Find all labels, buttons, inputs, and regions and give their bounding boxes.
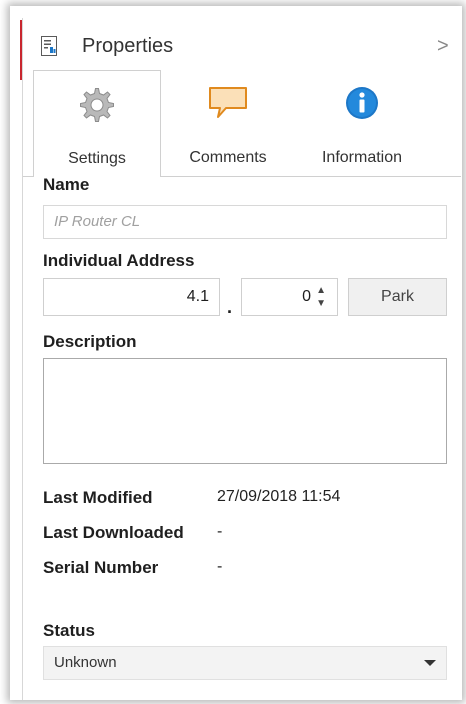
park-button[interactable]: Park bbox=[348, 278, 447, 316]
last-downloaded-label: Last Downloaded bbox=[43, 523, 184, 542]
tab-information[interactable]: Information bbox=[295, 70, 429, 176]
individual-address-label: Individual Address bbox=[43, 251, 195, 270]
name-label: Name bbox=[43, 175, 90, 194]
tab-settings-label: Settings bbox=[68, 150, 126, 167]
address-device-stepper[interactable]: 0 ▲ ▼ bbox=[241, 278, 338, 316]
panel-title: Properties bbox=[82, 35, 174, 57]
spin-down-icon[interactable]: ▼ bbox=[316, 298, 326, 309]
properties-panel: Properties > Settings Comments Informati… bbox=[22, 18, 461, 700]
address-separator: . bbox=[227, 297, 233, 317]
panel-title-bar: Properties > bbox=[23, 18, 461, 68]
serial-number-label: Serial Number bbox=[43, 558, 159, 577]
address-device-value: 0 bbox=[302, 288, 311, 305]
gear-icon bbox=[79, 87, 115, 128]
status-label: Status bbox=[43, 621, 95, 640]
status-dropdown[interactable]: Unknown bbox=[43, 646, 447, 680]
tab-comments-label: Comments bbox=[189, 149, 267, 166]
dropdown-arrow-icon bbox=[424, 660, 436, 666]
status-selected-value: Unknown bbox=[54, 654, 117, 671]
last-modified-label: Last Modified bbox=[43, 488, 153, 507]
comment-icon bbox=[208, 86, 248, 125]
collapse-chevron-icon[interactable]: > bbox=[437, 35, 449, 58]
tab-information-label: Information bbox=[321, 149, 403, 166]
info-icon bbox=[345, 86, 379, 125]
serial-number-value: - bbox=[217, 558, 223, 575]
description-textarea[interactable] bbox=[43, 358, 447, 464]
description-label: Description bbox=[43, 332, 137, 351]
last-downloaded-value: - bbox=[217, 523, 223, 540]
tab-comments[interactable]: Comments bbox=[167, 70, 289, 176]
address-main-input[interactable]: 4.1 bbox=[43, 278, 220, 316]
properties-icon bbox=[41, 36, 57, 56]
name-input[interactable]: IP Router CL bbox=[43, 205, 447, 239]
tab-settings[interactable]: Settings bbox=[33, 70, 161, 177]
last-modified-value: 27/09/2018 11:54 bbox=[217, 488, 341, 505]
spin-up-icon[interactable]: ▲ bbox=[316, 285, 326, 296]
tab-strip: Settings Comments Information bbox=[23, 70, 461, 177]
